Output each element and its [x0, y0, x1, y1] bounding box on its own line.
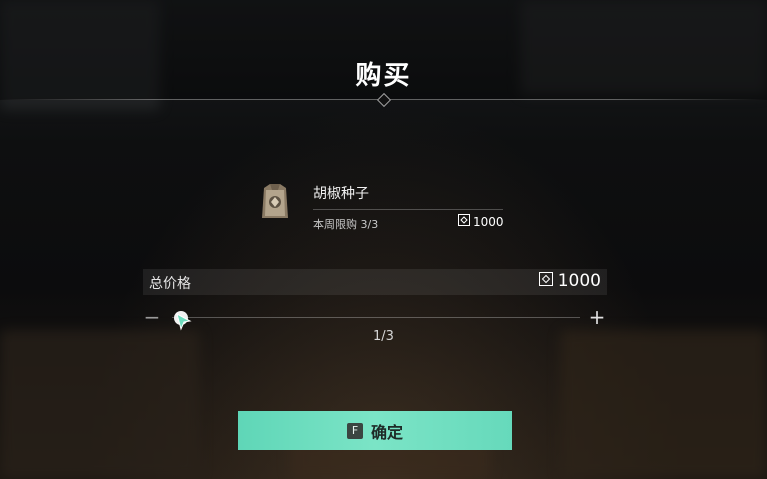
key-hint-f: F: [346, 422, 363, 439]
item-name: 胡椒种子: [313, 186, 369, 202]
item-price-value: 1000: [473, 214, 504, 229]
confirm-label: 确定: [370, 422, 403, 442]
decrease-quantity-button[interactable]: −: [143, 307, 161, 327]
total-price-row: 总价格 1000: [143, 269, 607, 295]
total-label: 总价格: [149, 276, 191, 292]
currency-icon: [458, 214, 470, 229]
seed-bag-icon: [254, 180, 296, 222]
confirm-button[interactable]: F 确定: [238, 411, 512, 450]
weekly-limit: 本周限购 3/3: [313, 218, 379, 231]
dialog-title: 购买: [355, 61, 412, 91]
quantity-value: 1/3: [373, 329, 394, 344]
item-divider: [313, 209, 503, 210]
quantity-slider[interactable]: [172, 317, 580, 318]
increase-quantity-button[interactable]: +: [588, 307, 606, 327]
item-price: 1000: [458, 214, 504, 229]
total-price-value: 1000: [557, 271, 601, 291]
total-price: 1000: [538, 271, 601, 291]
currency-icon: [538, 271, 553, 291]
